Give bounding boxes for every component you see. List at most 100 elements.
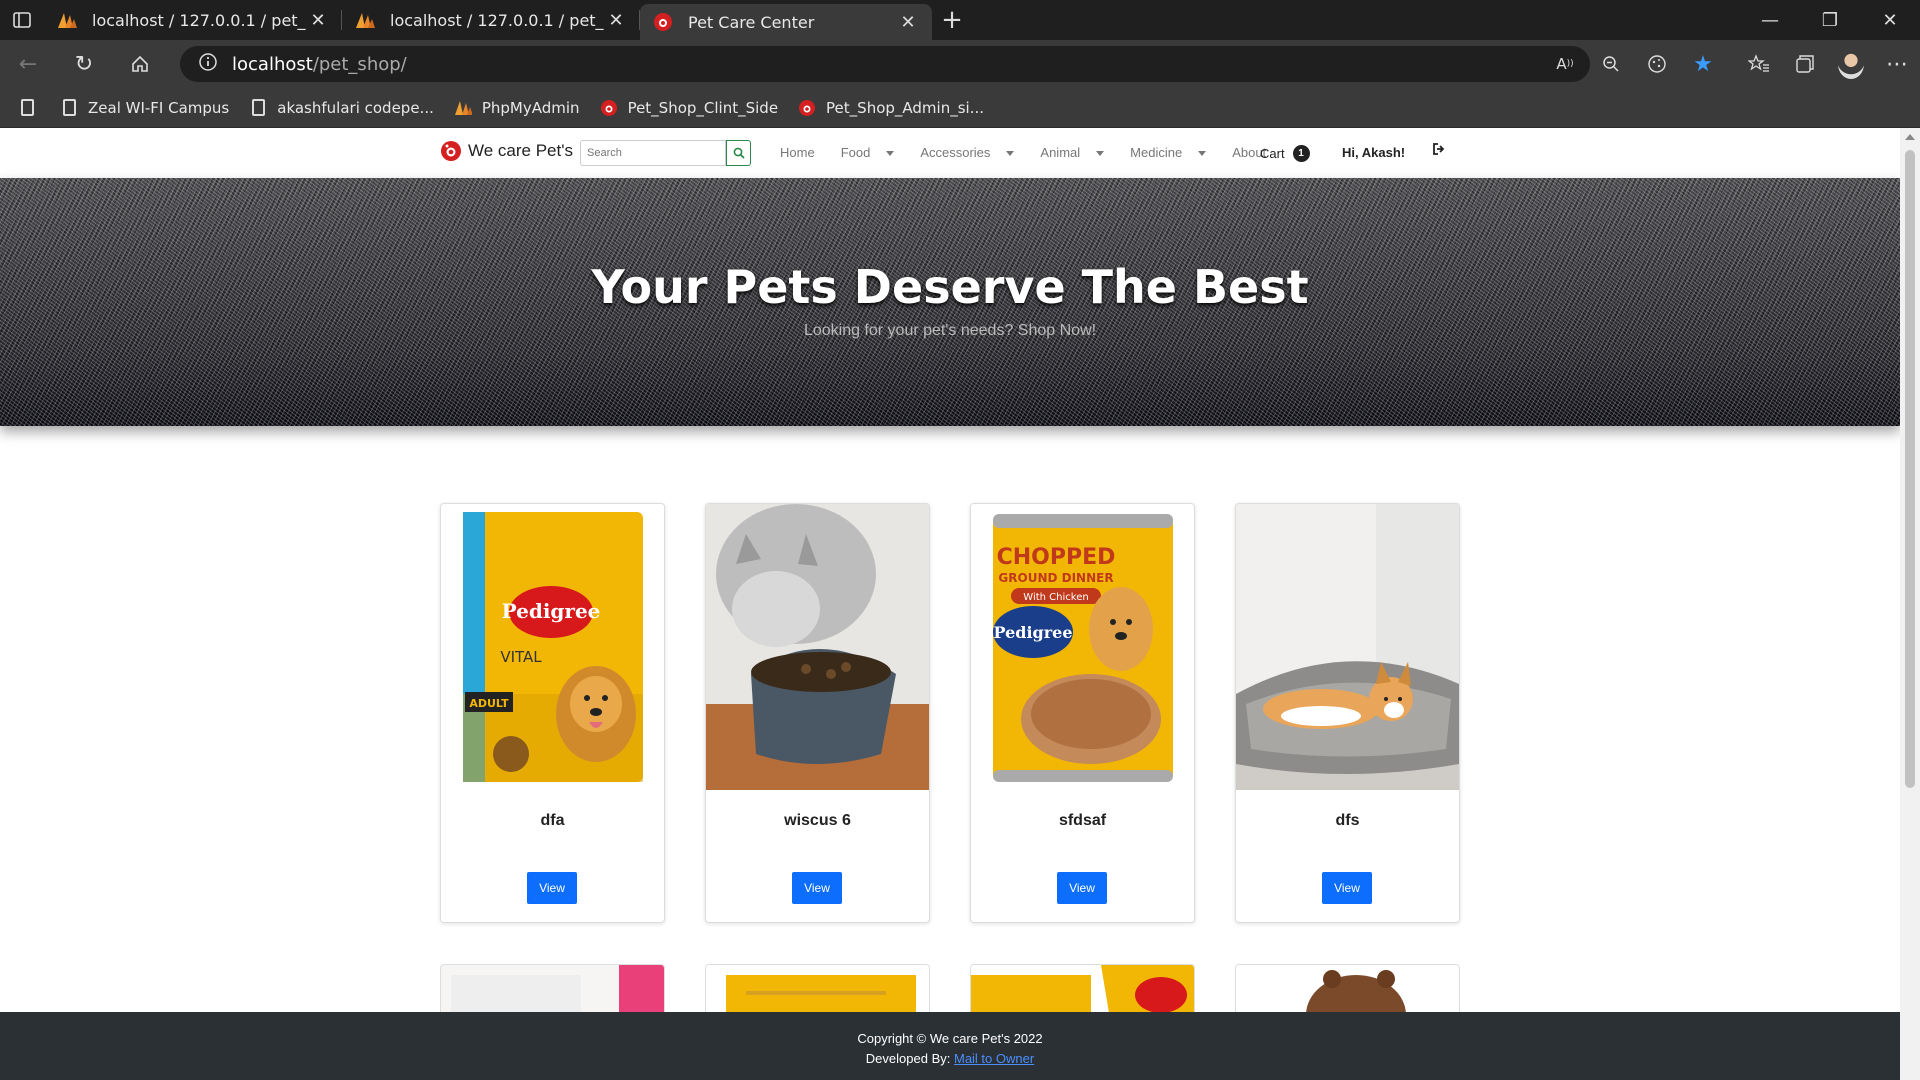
bookmark-phpmyadmin[interactable]: PhpMyAdmin (454, 99, 580, 117)
site-footer: Copyright © We care Pet's 2022 Developed… (0, 1012, 1900, 1080)
nav-food[interactable]: Food (841, 145, 908, 160)
home-icon[interactable] (112, 40, 168, 88)
hero-subtitle: Looking for your pet's needs? Shop Now! (803, 322, 1097, 339)
tab-title: localhost / 127.0.0.1 / pet_shop_ (92, 10, 306, 30)
bookmark-admin-side[interactable]: Pet_Shop_Admin_si... (798, 99, 984, 117)
search-button[interactable] (726, 140, 751, 166)
restore-icon[interactable]: ❐ (1800, 0, 1860, 40)
hero-banner: Your Pets Deserve The Best Looking for y… (0, 178, 1900, 426)
close-icon[interactable]: ✕ (896, 12, 920, 33)
bookmark-folder-icon[interactable] (18, 99, 46, 117)
nav-animal[interactable]: Animal (1040, 145, 1117, 160)
product-image (1236, 504, 1459, 790)
nav-medicine[interactable]: Medicine (1130, 145, 1219, 160)
product-image: CHOPPED GROUND DINNER With Chicken Pedig… (971, 504, 1194, 790)
page-scrollbar[interactable] (1900, 128, 1920, 1080)
product-card: Pedigree VITAL ADULT dfa View (440, 503, 665, 923)
more-options-icon[interactable]: ⋯ (1874, 40, 1920, 88)
product-name: dfa (540, 812, 565, 829)
avatar[interactable] (1828, 40, 1874, 88)
caret-down-icon (1006, 151, 1015, 157)
bookmark-label: PhpMyAdmin (481, 98, 580, 117)
url-path: /pet_shop/ (312, 53, 407, 75)
browser-tab-1[interactable]: localhost / 127.0.0.1 / pet_shop_ ✕ (44, 0, 342, 40)
bookmarks-bar: Zeal WI-FI Campus akashfulari codepe... … (0, 88, 1920, 128)
nav-accessories[interactable]: Accessories (920, 145, 1027, 160)
phpmyadmin-icon (56, 9, 78, 31)
svg-text:Pedigree: Pedigree (502, 599, 601, 623)
caret-down-icon (886, 151, 895, 157)
product-card: wiscus 6 View (705, 503, 930, 923)
search-form (580, 140, 751, 166)
product-card: CHOPPED GROUND DINNER With Chicken Pedig… (970, 503, 1195, 923)
bookmark-client-side[interactable]: Pet_Shop_Clint_Side (600, 99, 778, 117)
window-controls: — ❐ ✕ (1740, 0, 1920, 40)
zoom-out-icon[interactable] (1588, 40, 1634, 88)
product-image (706, 504, 929, 790)
mail-to-owner-link[interactable]: Mail to Owner (954, 1051, 1034, 1066)
close-icon[interactable]: ✕ (306, 10, 330, 31)
minimize-icon[interactable]: — (1740, 0, 1800, 40)
scroll-up-icon[interactable] (1905, 134, 1915, 140)
product-image: Pedigree VITAL ADULT (441, 504, 664, 790)
close-window-icon[interactable]: ✕ (1860, 0, 1920, 40)
close-icon[interactable]: ✕ (604, 10, 628, 31)
favorites-icon[interactable] (1736, 40, 1782, 88)
tracking-prevention-icon[interactable] (1634, 40, 1680, 88)
svg-text:GROUND DINNER: GROUND DINNER (998, 571, 1113, 585)
main-menu: Home Food Accessories Animal Medicine Ab… (780, 145, 1292, 160)
product-name: dfs (1335, 812, 1360, 829)
page-viewport: We care Pet's Home Food Accessories Anim… (0, 128, 1900, 1080)
scrollbar-thumb[interactable] (1905, 150, 1915, 788)
bookmark-label: akashfulari codepe... (277, 98, 434, 117)
phpmyadmin-icon (454, 99, 472, 117)
cart-link[interactable]: Cart 1 (1260, 145, 1310, 162)
footer-developed: Developed By: Mail to Owner (0, 1049, 1900, 1069)
info-icon[interactable] (198, 52, 218, 77)
nav-home[interactable]: Home (780, 145, 828, 160)
footer-copyright: Copyright © We care Pet's 2022 (857, 1031, 1043, 1046)
tab-title: Pet Care Center (688, 12, 815, 32)
tab-actions-icon[interactable] (0, 0, 44, 40)
tab-title: localhost / 127.0.0.1 / pet_shop_ (390, 10, 604, 30)
search-input[interactable] (580, 140, 726, 166)
new-tab-icon[interactable]: + (932, 0, 972, 40)
user-greeting: Hi, Akash! (1342, 145, 1406, 160)
bookmark-codepen[interactable]: akashfulari codepe... (249, 99, 434, 117)
svg-text:With Chicken: With Chicken (1023, 592, 1088, 603)
browser-tab-active[interactable]: Pet Care Center ✕ (640, 4, 932, 40)
address-bar[interactable]: localhost/pet_shop/ (180, 46, 1590, 82)
phpmyadmin-icon (354, 9, 376, 31)
refresh-icon[interactable]: ↻ (56, 40, 112, 88)
brand[interactable]: We care Pet's (440, 140, 573, 162)
bookmark-label: Zeal WI-FI Campus (88, 98, 230, 117)
bookmark-label: Pet_Shop_Clint_Side (627, 98, 779, 117)
pet-logo-icon (600, 99, 618, 117)
view-button[interactable]: View (1322, 872, 1372, 904)
document-icon (249, 99, 267, 117)
collections-icon[interactable] (1782, 40, 1828, 88)
view-button[interactable]: View (527, 872, 577, 904)
read-aloud-icon[interactable]: A)) (1542, 40, 1588, 88)
favorite-star-icon[interactable]: ★ (1680, 40, 1726, 88)
brand-name: We care Pet's (468, 141, 573, 160)
browser-tab-2[interactable]: localhost / 127.0.0.1 / pet_shop_ ✕ (342, 0, 640, 40)
svg-text:Pedigree: Pedigree (993, 623, 1072, 642)
bookmark-zeal[interactable]: Zeal WI-FI Campus (60, 99, 229, 117)
svg-text:CHOPPED: CHOPPED (997, 545, 1116, 570)
pet-logo-icon (798, 99, 816, 117)
product-name: wiscus 6 (784, 812, 851, 829)
search-icon (733, 147, 745, 159)
pet-logo-icon (652, 11, 674, 33)
product-card: dfs View (1235, 503, 1460, 923)
bookmark-label: Pet_Shop_Admin_si... (826, 98, 984, 117)
pet-logo-icon (441, 141, 461, 161)
caret-down-icon (1096, 151, 1105, 157)
view-button[interactable]: View (1057, 872, 1107, 904)
view-button[interactable]: View (792, 872, 842, 904)
footer-developed-label: Developed By: (865, 1051, 951, 1066)
logout-icon[interactable] (1432, 142, 1446, 156)
cart-count-badge: 1 (1292, 145, 1310, 162)
back-icon[interactable]: ← (0, 40, 56, 88)
browser-toolbar: ← ↻ localhost/pet_shop/ A)) ★ ⋯ (0, 40, 1920, 88)
